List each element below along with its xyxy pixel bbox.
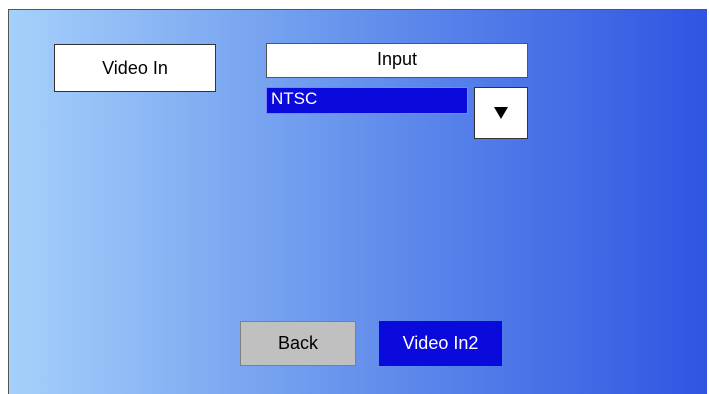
page-title: Video In bbox=[54, 44, 216, 92]
triangle-down-icon bbox=[494, 107, 508, 119]
video-in-screen: Video In Input NTSC Back Video In2 bbox=[8, 9, 707, 394]
input-header-label: Input bbox=[376, 49, 418, 69]
input-dropdown-button[interactable] bbox=[474, 87, 528, 139]
video-in2-button-label: Video In2 bbox=[402, 333, 479, 353]
back-button[interactable]: Back bbox=[240, 321, 356, 366]
input-select-value[interactable]: NTSC bbox=[266, 87, 468, 114]
back-button-label: Back bbox=[277, 333, 319, 353]
page-title-label: Video In bbox=[102, 57, 168, 78]
input-select-value-label: NTSC bbox=[271, 89, 318, 108]
video-in2-button[interactable]: Video In2 bbox=[379, 321, 502, 366]
input-header: Input bbox=[266, 43, 528, 78]
